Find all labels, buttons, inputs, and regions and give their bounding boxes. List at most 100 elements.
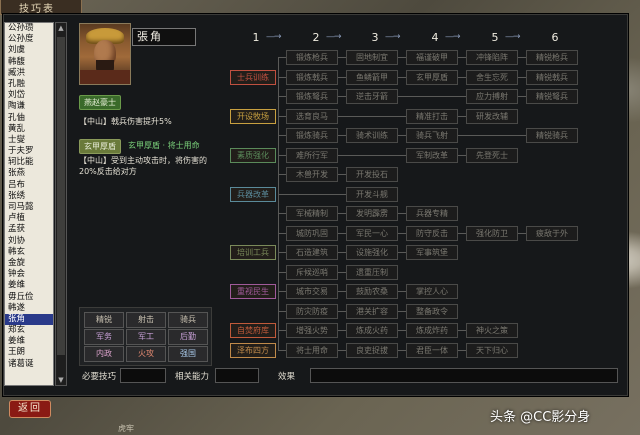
skill-node[interactable]: 精锐骑兵 (526, 128, 578, 143)
skill-node[interactable]: 港关扩容 (346, 303, 398, 319)
back-button[interactable]: 返回 (9, 400, 51, 418)
skill-node[interactable]: 精锐戟兵 (526, 69, 578, 85)
skill-node[interactable]: 骑兵飞射 (406, 128, 458, 143)
scroll-down-icon[interactable]: ▼ (56, 375, 66, 385)
skill-node[interactable]: 锻炼戟兵 (286, 69, 338, 85)
officer-list-item[interactable]: 诸葛诞 (5, 359, 53, 370)
officer-list-item[interactable]: 公孙度 (5, 34, 53, 45)
officer-list-item[interactable]: 姜维 (5, 336, 53, 347)
skill-node[interactable]: 固地制宜 (346, 50, 398, 65)
skill-node[interactable]: 开发斗舰 (346, 186, 398, 202)
skill-node[interactable]: 斥候巡哨 (286, 264, 338, 280)
skill-node[interactable]: 城防巩固 (286, 225, 338, 241)
scrollbar-thumb[interactable] (57, 37, 65, 355)
skill-node[interactable]: 精锐枪兵 (526, 50, 578, 65)
skill-node[interactable]: 逆击牙箭 (346, 89, 398, 104)
skill-node[interactable]: 军械精制 (286, 206, 338, 221)
skill-category-button[interactable]: 火攻 (126, 346, 166, 362)
skill-node[interactable]: 防守反击 (406, 225, 458, 241)
officer-list-item[interactable]: 刘虞 (5, 45, 53, 56)
officer-list-item[interactable]: 金旋 (5, 258, 53, 269)
skill-node[interactable]: 骑术训练 (346, 128, 398, 143)
skill-node[interactable]: 军民一心 (346, 225, 398, 241)
skill-node[interactable]: 锻炼骑兵 (286, 128, 338, 143)
skill-node[interactable]: 神火之策 (466, 323, 518, 338)
officer-list-item[interactable]: 韩玄 (5, 247, 53, 258)
skill-category-button[interactable]: 骑兵 (168, 312, 208, 328)
officer-list-item[interactable]: 刘岱 (5, 90, 53, 101)
skill-category-button[interactable]: 射击 (126, 312, 166, 328)
skill-node[interactable]: 炼成火药 (346, 323, 398, 338)
skill-node[interactable]: 防灾防疫 (286, 303, 338, 319)
officer-list-item[interactable]: 轲比能 (5, 157, 53, 168)
skill-node[interactable]: 强化防卫 (466, 225, 518, 241)
officer-list-item[interactable]: 韩遂 (5, 303, 53, 314)
skill-node[interactable]: 炼成炸药 (406, 323, 458, 338)
officer-list-item[interactable]: 王朗 (5, 347, 53, 358)
tree-row-category[interactable]: 士兵训练 (230, 69, 276, 85)
skill-node[interactable]: 增强火势 (286, 323, 338, 338)
officer-list-item[interactable]: 钟会 (5, 269, 53, 280)
officer-list-item[interactable]: 刘协 (5, 236, 53, 247)
skill-node[interactable]: 石造建筑 (286, 245, 338, 260)
tree-row-category[interactable]: 自焚府库 (230, 323, 276, 338)
officer-list-scrollbar[interactable]: ▲ ▼ (55, 22, 67, 386)
officer-list-item[interactable]: 张燕 (5, 168, 53, 179)
skill-node[interactable]: 将士用命 (286, 342, 338, 358)
skill-node[interactable]: 先登死士 (466, 147, 518, 163)
officer-list-item[interactable]: 臧洪 (5, 68, 53, 79)
skill-node[interactable]: 君臣一体 (406, 342, 458, 358)
skill-node[interactable]: 舍生忘死 (466, 69, 518, 85)
tree-row-category[interactable]: 泽布四方 (230, 342, 276, 358)
officer-list-item[interactable]: 韩馥 (5, 57, 53, 68)
skill-category-button[interactable]: 强国 (168, 346, 208, 362)
skill-node[interactable]: 难所行军 (286, 147, 338, 163)
skill-node[interactable]: 应力搏射 (466, 89, 518, 104)
skill-node[interactable]: 选育良马 (286, 108, 338, 124)
officer-list-item[interactable]: 张角 (5, 313, 53, 326)
tree-row-category[interactable]: 培训工兵 (230, 245, 276, 260)
officer-list-item[interactable]: 孔融 (5, 79, 53, 90)
tree-row-category[interactable]: 开设牧场 (230, 108, 276, 124)
skill-node[interactable]: 玄甲厚盾 (406, 69, 458, 85)
skill-node[interactable]: 遗重压制 (346, 264, 398, 280)
skill-node[interactable]: 鼓励农桑 (346, 284, 398, 299)
officer-list-item[interactable]: 毋丘俭 (5, 292, 53, 303)
skill-node[interactable]: 整备政令 (406, 303, 458, 319)
skill-node[interactable]: 天下归心 (466, 342, 518, 358)
skill-node[interactable]: 疲敌于外 (526, 225, 578, 241)
skill-category-button[interactable]: 军工 (126, 329, 166, 345)
skill-node[interactable]: 开发投石 (346, 167, 398, 182)
special-trait-badge[interactable]: 燕赵豪士 (79, 95, 121, 110)
officer-list-item[interactable]: 卢植 (5, 213, 53, 224)
officer-list-item[interactable]: 孟获 (5, 224, 53, 235)
skill-node[interactable]: 研发改辅 (466, 108, 518, 124)
officer-list[interactable]: 公孙瓒 公孙度 刘虞 韩馥 臧洪 孔融 刘岱 陶谦 孔伷 黄乱 士燮 于夫罗 轲比能 张燕 吕布 张绣 司马懿卢… (4, 22, 54, 386)
skill-node[interactable]: 发明霹雳 (346, 206, 398, 221)
officer-list-item[interactable]: 郑玄 (5, 325, 53, 336)
skill-node[interactable]: 掌控人心 (406, 284, 458, 299)
scroll-up-icon[interactable]: ▲ (56, 23, 66, 33)
skill-category-button[interactable]: 精锐 (84, 312, 124, 328)
officer-list-item[interactable]: 张绣 (5, 191, 53, 202)
officer-list-item[interactable]: 司马懿 (5, 202, 53, 213)
skill-node[interactable]: 兵器专精 (406, 206, 458, 221)
second-trait-badge[interactable]: 玄甲厚盾 (79, 139, 121, 154)
officer-list-item[interactable]: 姜维 (5, 280, 53, 291)
skill-node[interactable]: 精准打击 (406, 108, 458, 124)
tree-row-category[interactable]: 重视民生 (230, 284, 276, 299)
skill-node[interactable]: 锻炼枪兵 (286, 50, 338, 65)
officer-list-item[interactable]: 陶谦 (5, 101, 53, 112)
skill-node[interactable]: 城市交易 (286, 284, 338, 299)
skill-node[interactable]: 军制改革 (406, 147, 458, 163)
skill-category-button[interactable]: 内政 (84, 346, 124, 362)
skill-category-button[interactable]: 后勤 (168, 329, 208, 345)
tree-row-category[interactable]: 兵器改革 (230, 186, 276, 202)
officer-list-item[interactable]: 公孙瓒 (5, 23, 53, 34)
skill-node[interactable]: 鱼鳞箭甲 (346, 69, 398, 85)
skill-node[interactable]: 良吏捉拔 (346, 342, 398, 358)
officer-list-item[interactable]: 孔伷 (5, 113, 53, 124)
skill-node[interactable]: 木兽开发 (286, 167, 338, 182)
skill-category-button[interactable]: 军务 (84, 329, 124, 345)
skill-node[interactable]: 福谨破甲 (406, 50, 458, 65)
